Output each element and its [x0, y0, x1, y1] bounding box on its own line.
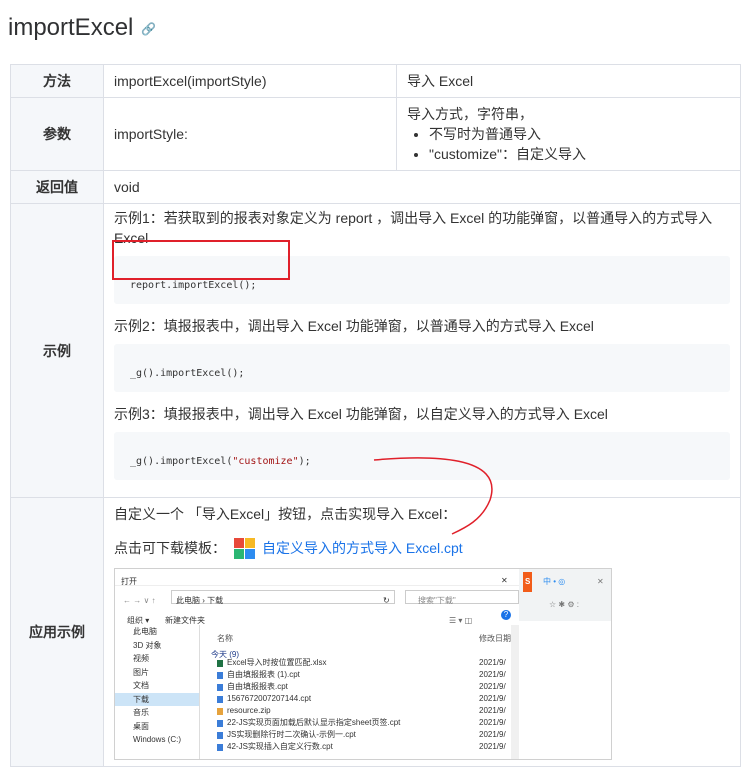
- annotation-curve: [373, 457, 493, 535]
- file-row: 42-JS实现插入自定义行数.cpt 2021/9/: [217, 741, 507, 753]
